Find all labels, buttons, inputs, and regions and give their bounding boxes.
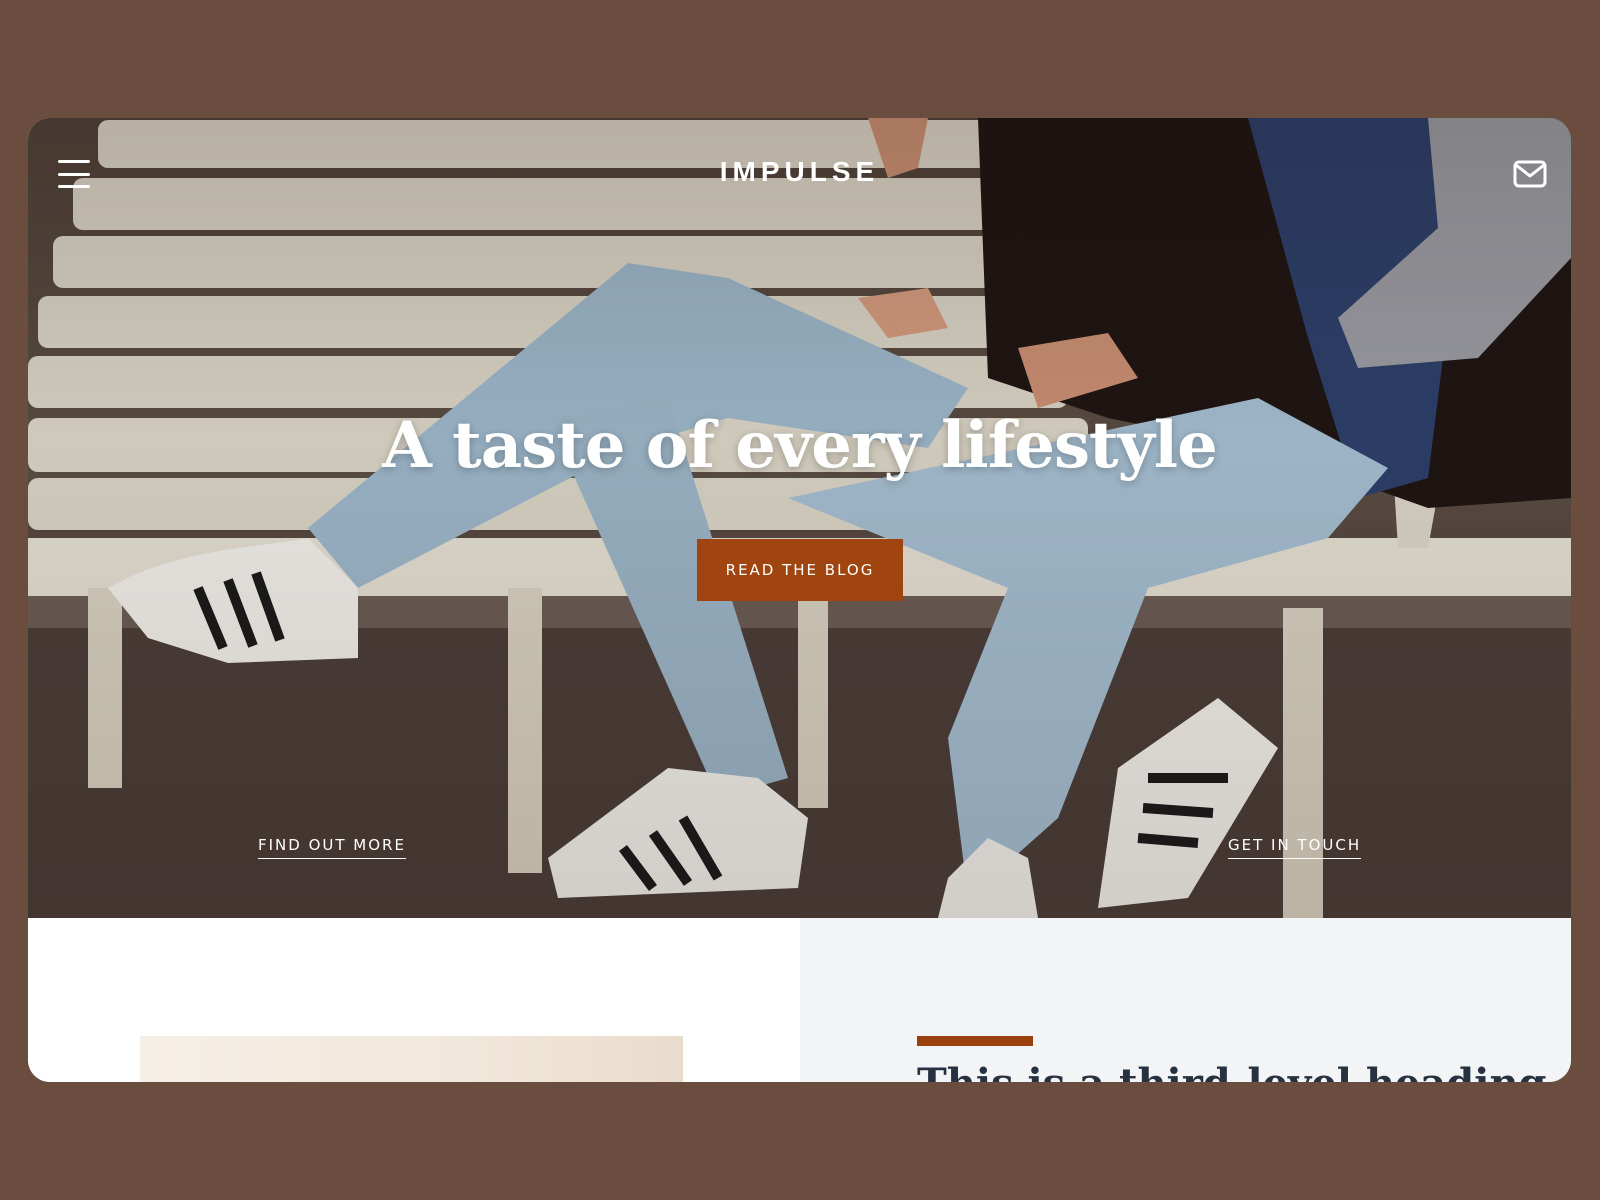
envelope-icon[interactable] [1513, 160, 1547, 188]
find-out-more-link[interactable]: FIND OUT MORE [258, 836, 406, 859]
hero-section: IMPULSE A taste of every lifestyle READ … [28, 118, 1571, 918]
content-left-panel [28, 918, 800, 1082]
get-in-touch-link[interactable]: GET IN TOUCH [1228, 836, 1362, 859]
browser-window: IMPULSE A taste of every lifestyle READ … [28, 118, 1571, 1082]
article-image [140, 1036, 683, 1082]
brand-logo[interactable]: IMPULSE [28, 156, 1571, 188]
hero-headline: A taste of every lifestyle [382, 408, 1218, 483]
heading-accent-bar [917, 1036, 1033, 1046]
read-the-blog-button[interactable]: READ THE BLOG [697, 539, 903, 601]
hero-overlay [28, 118, 1571, 918]
content-right-panel: This is a third-level heading [800, 918, 1571, 1082]
section-heading: This is a third-level heading [917, 1060, 1547, 1082]
